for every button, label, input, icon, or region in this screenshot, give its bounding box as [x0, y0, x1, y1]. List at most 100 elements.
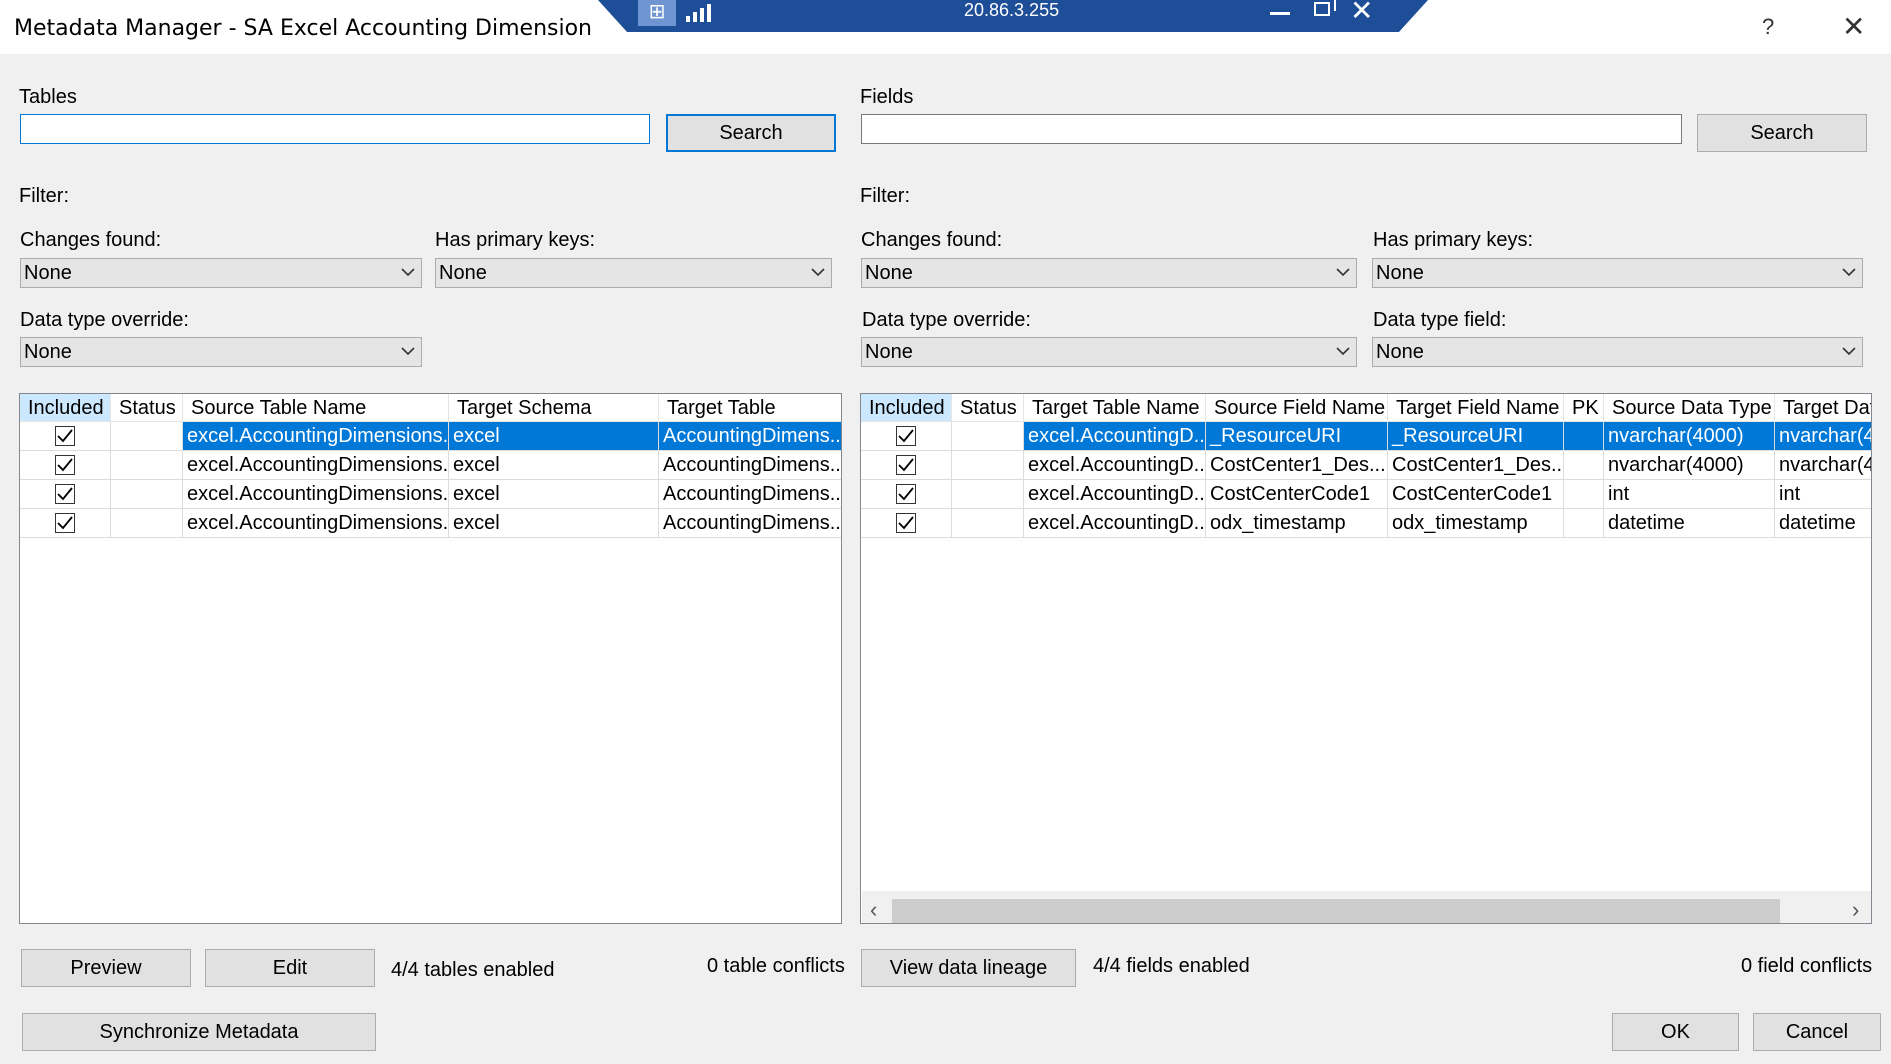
fields-dtf-select[interactable]: None [1372, 337, 1863, 367]
field-row[interactable]: excel.AccountingD... CostCenterCode1 Cos… [861, 480, 1871, 509]
fields-dto-select[interactable]: None [861, 337, 1357, 367]
target-table-name-cell: excel.AccountingD... [1024, 451, 1206, 480]
col-target-table[interactable]: Target Table [659, 394, 841, 422]
source-type-cell: nvarchar(4000) [1604, 451, 1775, 480]
col-target-table-name[interactable]: Target Table Name [1024, 394, 1206, 422]
checkbox-checked-icon[interactable] [55, 513, 75, 533]
checkbox-checked-icon[interactable] [896, 513, 916, 533]
checkbox-checked-icon[interactable] [896, 455, 916, 475]
table-row[interactable]: excel.AccountingDimensions... excel Acco… [20, 451, 841, 480]
col-source-table[interactable]: Source Table Name [183, 394, 449, 422]
field-row[interactable]: excel.AccountingD... odx_timestamp odx_t… [861, 509, 1871, 538]
tables-search-button[interactable]: Search [666, 114, 836, 152]
fields-grid[interactable]: Included Status Target Table Name Source… [860, 393, 1872, 924]
checkbox-checked-icon[interactable] [55, 455, 75, 475]
col-source-data-type[interactable]: Source Data Type [1604, 394, 1775, 422]
fields-pk-select[interactable]: None [1372, 258, 1863, 288]
fields-dto-label: Data type override: [862, 309, 1031, 331]
col-pk[interactable]: PK [1564, 394, 1604, 422]
source-field-cell: CostCenter1_Des... [1206, 451, 1388, 480]
scroll-left-icon[interactable]: ‹ [870, 897, 877, 923]
tables-pk-label: Has primary keys: [435, 229, 596, 251]
edit-button[interactable]: Edit [205, 949, 375, 987]
fields-changes-label: Changes found: [861, 229, 1003, 251]
included-cell[interactable] [861, 509, 952, 538]
checkbox-checked-icon[interactable] [896, 426, 916, 446]
col-target-data-type[interactable]: Target Dat [1775, 394, 1871, 422]
table-row[interactable]: excel.AccountingDimensions... excel Acco… [20, 480, 841, 509]
fields-grid-body: excel.AccountingD... _ResourceURI _Resou… [861, 422, 1871, 538]
field-row[interactable]: excel.AccountingD... CostCenter1_Des... … [861, 451, 1871, 480]
status-cell [111, 480, 183, 509]
col-included[interactable]: Included [861, 394, 952, 422]
included-cell[interactable] [20, 451, 111, 480]
cancel-button[interactable]: Cancel [1753, 1013, 1881, 1051]
pin-icon[interactable]: ⊞ [638, 0, 676, 26]
included-cell[interactable] [20, 480, 111, 509]
col-included[interactable]: Included [20, 394, 111, 422]
source-field-cell: odx_timestamp [1206, 509, 1388, 538]
source-table-cell: excel.AccountingDimensions... [183, 480, 449, 509]
table-row[interactable]: excel.AccountingDimensions... excel Acco… [20, 422, 841, 451]
minimize-icon[interactable] [1270, 12, 1290, 15]
included-cell[interactable] [861, 422, 952, 451]
ok-button[interactable]: OK [1612, 1013, 1739, 1051]
fields-search-input[interactable] [862, 115, 1681, 143]
fields-changes-select[interactable]: None [861, 258, 1357, 288]
col-target-field-name[interactable]: Target Field Name [1388, 394, 1564, 422]
source-type-cell: datetime [1604, 509, 1775, 538]
target-type-cell: nvarchar(4( [1775, 451, 1871, 480]
preview-button[interactable]: Preview [21, 949, 191, 987]
target-table-cell: AccountingDimens... [659, 509, 841, 538]
fields-conflicts-text: 0 field conflicts [1741, 955, 1873, 977]
included-cell[interactable] [861, 451, 952, 480]
chevron-down-icon [401, 338, 415, 366]
target-schema-cell: excel [449, 509, 659, 538]
target-schema-cell: excel [449, 422, 659, 451]
tables-grid[interactable]: Included Status Source Table Name Target… [19, 393, 842, 924]
tables-pk-select[interactable]: None [435, 258, 832, 288]
restore-icon[interactable] [1314, 0, 1336, 16]
field-row[interactable]: excel.AccountingD... _ResourceURI _Resou… [861, 422, 1871, 451]
included-cell[interactable] [20, 509, 111, 538]
status-cell [952, 451, 1024, 480]
checkbox-checked-icon[interactable] [896, 484, 916, 504]
tables-dto-select[interactable]: None [20, 337, 422, 367]
help-icon[interactable]: ? [1762, 14, 1774, 40]
included-cell[interactable] [861, 480, 952, 509]
remote-connection-bar: ⊞ 20.86.3.255 ✕ [598, 0, 1428, 32]
source-field-cell: CostCenterCode1 [1206, 480, 1388, 509]
col-status[interactable]: Status [952, 394, 1024, 422]
target-schema-cell: excel [449, 451, 659, 480]
table-row[interactable]: excel.AccountingDimensions... excel Acco… [20, 509, 841, 538]
close-icon[interactable]: ✕ [1842, 10, 1865, 43]
col-status[interactable]: Status [111, 394, 183, 422]
scroll-right-icon[interactable]: › [1852, 897, 1859, 923]
tables-search-input[interactable] [21, 115, 649, 143]
checkbox-checked-icon[interactable] [55, 426, 75, 446]
status-cell [952, 509, 1024, 538]
target-type-cell: int [1775, 480, 1871, 509]
horizontal-scrollbar[interactable]: ‹ › [862, 891, 1871, 923]
synchronize-metadata-button[interactable]: Synchronize Metadata [22, 1013, 376, 1051]
checkbox-checked-icon[interactable] [55, 484, 75, 504]
col-target-schema[interactable]: Target Schema [449, 394, 659, 422]
col-source-field-name[interactable]: Source Field Name [1206, 394, 1388, 422]
close-connection-icon[interactable]: ✕ [1350, 0, 1373, 27]
target-schema-cell: excel [449, 480, 659, 509]
tables-dto-label: Data type override: [20, 309, 189, 331]
target-table-name-cell: excel.AccountingD... [1024, 422, 1206, 451]
pk-cell [1564, 509, 1604, 538]
fields-search-field[interactable] [861, 114, 1682, 144]
chevron-down-icon [401, 259, 415, 287]
view-data-lineage-button[interactable]: View data lineage [861, 949, 1076, 987]
included-cell[interactable] [20, 422, 111, 451]
pk-cell [1564, 451, 1604, 480]
scrollbar-thumb[interactable] [892, 899, 1780, 923]
fields-search-button[interactable]: Search [1697, 114, 1867, 152]
tables-search-field[interactable] [20, 114, 650, 144]
target-table-name-cell: excel.AccountingD... [1024, 509, 1206, 538]
signal-icon[interactable] [686, 0, 711, 22]
tables-changes-select[interactable]: None [20, 258, 422, 288]
tables-pk-value: None [439, 262, 487, 284]
